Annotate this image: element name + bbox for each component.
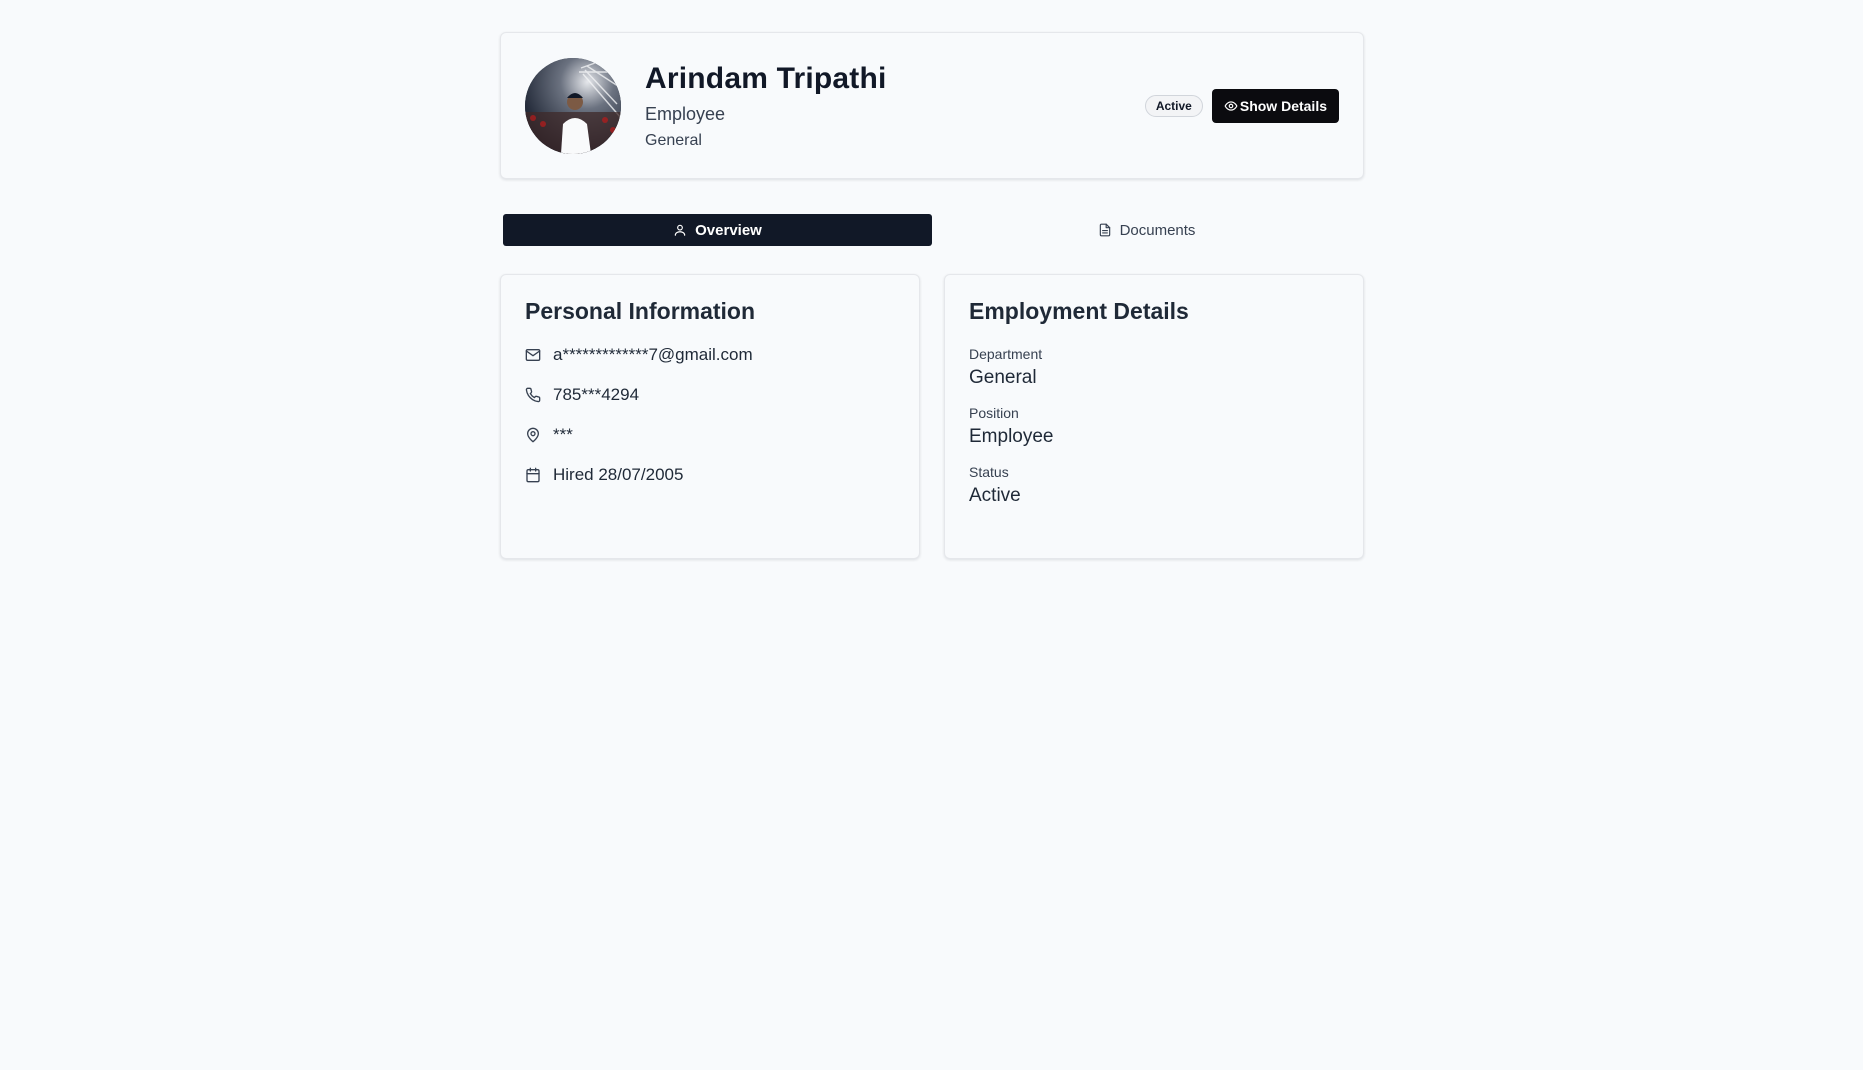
- address-row: ***: [525, 425, 895, 445]
- employment-details-card: Employment Details Department General Po…: [944, 274, 1364, 559]
- map-pin-icon: [527, 427, 539, 443]
- phone-icon: [525, 387, 541, 403]
- show-details-label: Show Details: [1239, 97, 1327, 114]
- header-actions: Active Show Details: [1144, 88, 1339, 123]
- email-row: a*************7@gmail.com: [525, 345, 895, 365]
- tab-documents[interactable]: Documents: [932, 214, 1361, 246]
- status-badge: Active: [1144, 94, 1203, 117]
- phone-value: 785***4294: [553, 385, 640, 404]
- user-icon: [674, 224, 686, 236]
- overview-panel: Personal Information a*************7@gma…: [500, 274, 1364, 559]
- personal-information-title: Personal Information: [525, 298, 756, 324]
- profile-identity: Arindam Tripathi Employee General: [645, 61, 887, 151]
- profile-page: Arindam Tripathi Employee General Active…: [500, 32, 1364, 559]
- mail-icon: [525, 349, 541, 361]
- file-text-icon: [1099, 223, 1110, 237]
- eye-icon: [1224, 100, 1238, 111]
- hired-row: Hired 28/07/2005: [525, 465, 895, 485]
- calendar-icon: [526, 467, 540, 483]
- department-field: Department General: [969, 345, 1339, 390]
- tab-list: Overview Documents: [500, 214, 1364, 246]
- hired-value: Hired 28/07/2005: [553, 465, 684, 484]
- tab-overview-label: Overview: [695, 221, 762, 239]
- position-label: Position: [969, 405, 1019, 421]
- employment-details-title: Employment Details: [969, 298, 1189, 324]
- personal-information-card: Personal Information a*************7@gma…: [500, 274, 920, 559]
- status-field: Status Active: [969, 463, 1339, 508]
- show-details-button[interactable]: Show Details: [1211, 88, 1339, 123]
- employee-name: Arindam Tripathi: [645, 61, 887, 95]
- profile-header-card: Arindam Tripathi Employee General Active…: [500, 32, 1364, 179]
- position-value: Employee: [969, 426, 1054, 447]
- department-label: Department: [969, 346, 1043, 362]
- tab-documents-label: Documents: [1119, 221, 1196, 239]
- employee-role: Employee: [645, 103, 726, 124]
- avatar-photo: [525, 57, 621, 154]
- address-value: ***: [553, 425, 573, 444]
- department-value: General: [969, 367, 1037, 388]
- tab-overview[interactable]: Overview: [503, 214, 932, 246]
- employee-department: General: [645, 131, 702, 149]
- phone-row: 785***4294: [525, 385, 895, 405]
- avatar: [525, 57, 621, 154]
- email-value: a*************7@gmail.com: [553, 345, 753, 364]
- position-field: Position Employee: [969, 404, 1339, 449]
- status-value: Active: [969, 485, 1021, 506]
- status-label: Status: [969, 464, 1009, 480]
